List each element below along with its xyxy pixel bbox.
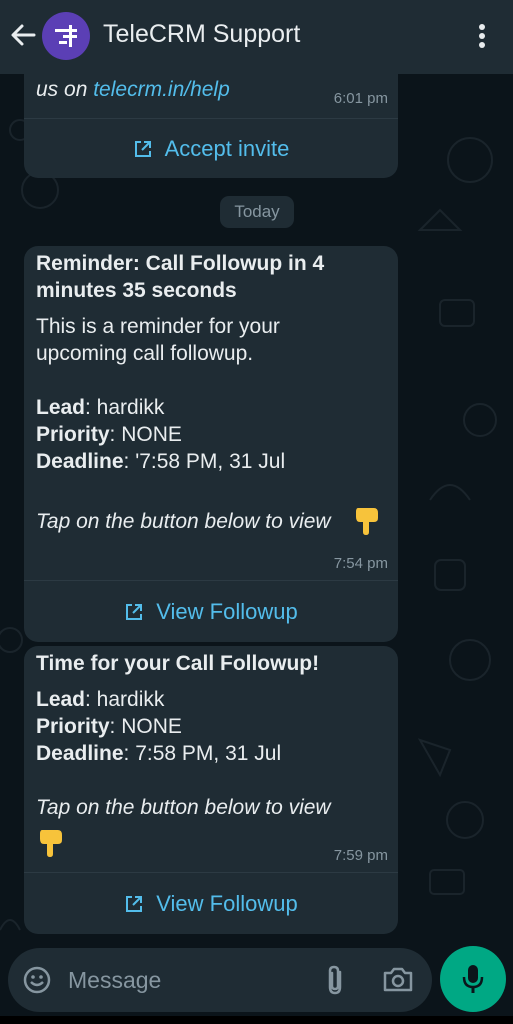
message-bubble: Reminder: Call Followup in 4 minutes 35 … <box>24 246 398 642</box>
message-input[interactable]: Message <box>68 967 161 994</box>
message-time: 6:01 pm <box>333 90 388 107</box>
chat-title[interactable]: TeleCRM Support <box>103 20 300 49</box>
message-title: minutes 35 seconds <box>36 279 237 302</box>
pointing-down-hand-icon <box>40 830 62 857</box>
message-body: upcoming call followup. <box>36 342 254 365</box>
message-bubble: Time for your Call Followup! Lead: hardi… <box>24 646 398 934</box>
accept-invite-button[interactable]: Accept invite <box>24 118 398 178</box>
external-link-icon <box>126 604 143 620</box>
camera-icon[interactable] <box>382 965 414 993</box>
emoji-icon[interactable] <box>22 965 52 995</box>
message-title: Time for your Call Followup! <box>36 652 320 675</box>
view-followup-button[interactable]: View Followup <box>24 872 398 934</box>
deadline-line: Deadline: 7:58 PM, 31 Jul <box>36 742 282 765</box>
message-bubble: us on telecrm.in/help 6:01 pm Accept inv… <box>24 60 398 178</box>
button-label: View Followup <box>156 599 298 624</box>
deadline-line: Deadline: '7:58 PM, 31 Jul <box>36 450 286 473</box>
microphone-icon <box>462 965 484 993</box>
pointing-down-hand-icon <box>356 508 378 535</box>
lead-line: Lead: hardikk <box>36 396 165 419</box>
button-label: View Followup <box>156 891 298 916</box>
priority-line: Priority: NONE <box>36 423 182 446</box>
message-body: This is a reminder for your <box>36 315 280 338</box>
back-arrow-icon[interactable] <box>8 20 38 50</box>
external-link-icon <box>134 141 151 157</box>
message-title: Reminder: Call Followup in 4 <box>36 252 325 275</box>
navigation-bar <box>0 1016 513 1024</box>
paperclip-icon[interactable] <box>324 964 346 996</box>
lead-line: Lead: hardikk <box>36 688 165 711</box>
message-time: 7:54 pm <box>333 555 388 572</box>
message-time: 7:59 pm <box>333 847 388 864</box>
help-link[interactable]: telecrm.in/help <box>93 78 230 101</box>
date-divider: Today <box>220 196 294 228</box>
priority-line: Priority: NONE <box>36 715 182 738</box>
mic-button[interactable] <box>440 946 506 1012</box>
tap-instruction: Tap on the button below to view <box>36 796 331 819</box>
view-followup-button[interactable]: View Followup <box>24 580 398 642</box>
external-link-icon <box>126 896 143 912</box>
message-composer: Message <box>8 948 432 1012</box>
tap-instruction: Tap on the button below to view <box>36 510 331 533</box>
chat-header: TeleCRM Support <box>0 0 513 74</box>
message-text: us on telecrm.in/help <box>36 78 230 101</box>
telecrm-logo-icon <box>55 25 77 47</box>
avatar[interactable] <box>42 12 90 60</box>
more-vertical-icon[interactable] <box>470 22 494 50</box>
button-label: Accept invite <box>164 136 290 161</box>
